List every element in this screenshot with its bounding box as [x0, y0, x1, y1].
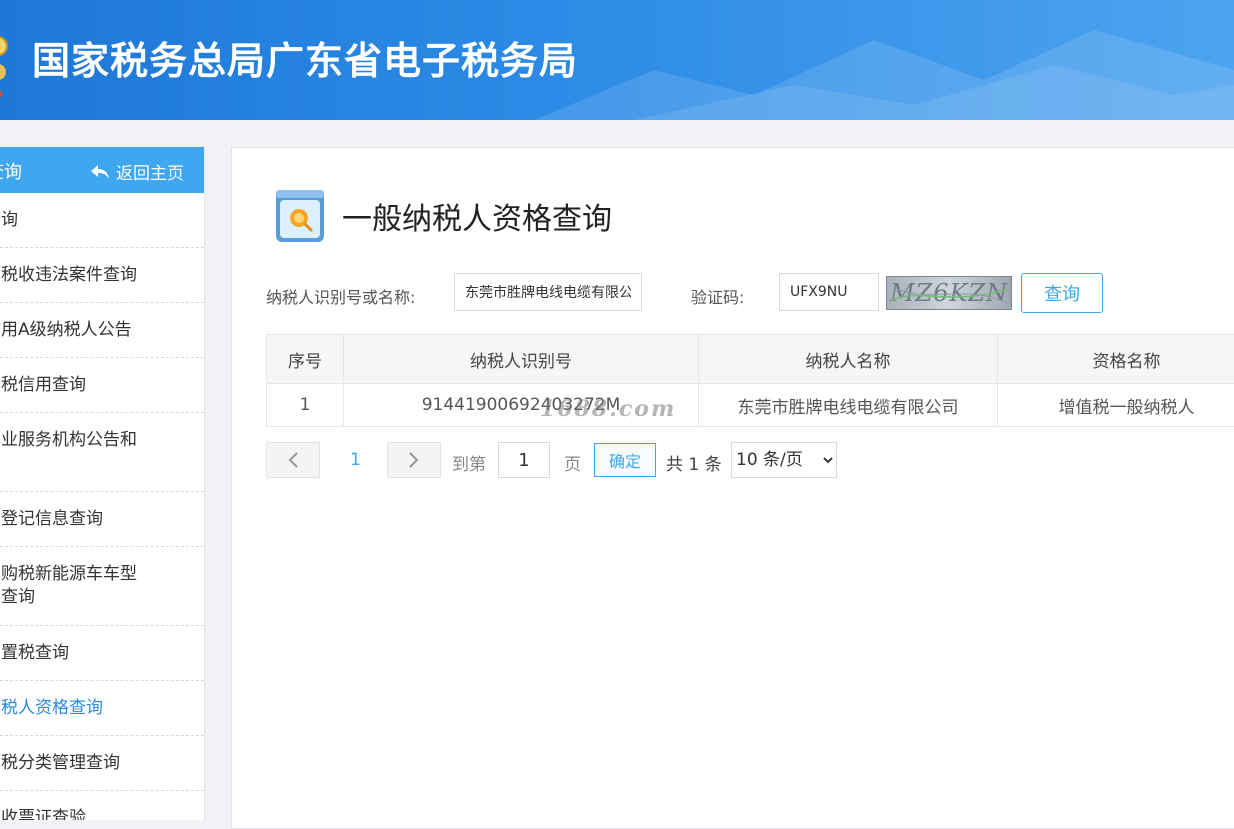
total-count: 共 1 条	[666, 450, 722, 475]
page-size-select[interactable]: 10 条/页	[731, 442, 837, 478]
page-title: 一般纳税人资格查询	[342, 194, 612, 238]
page-unit-label: 页	[564, 450, 581, 475]
sidebar-header: 查询 返回主页	[0, 147, 204, 193]
results-table: 序号 纳税人识别号 纳税人名称 资格名称 1 91441900692403272…	[266, 334, 1234, 427]
chevron-left-icon	[287, 451, 299, 469]
prev-page-button[interactable]	[266, 442, 320, 478]
taxpayer-label: 纳税人识别号或名称:	[266, 284, 415, 308]
goto-label: 到第	[452, 450, 486, 475]
col-index-header: 序号	[267, 335, 344, 384]
captcha-label: 验证码:	[691, 284, 744, 308]
national-emblem-icon	[0, 30, 14, 102]
query-button[interactable]: 查询	[1021, 273, 1103, 313]
cell-name: 东莞市胜牌电线电缆有限公司	[699, 384, 998, 427]
col-taxid-header: 纳税人识别号	[344, 335, 699, 384]
sidebar-item-1[interactable]: 查询	[0, 193, 204, 248]
main-panel: 一般纳税人资格查询 纳税人识别号或名称: 验证码: MZ6KZN 查询 序号 纳…	[231, 147, 1234, 829]
back-home-button[interactable]: 返回主页	[90, 159, 184, 184]
sidebar-item-11[interactable]: 税收票证查验	[0, 791, 204, 820]
site-header: 国家税务总局广东省电子税务局	[0, 0, 1234, 120]
current-page[interactable]: 1	[350, 450, 361, 470]
sidebar-item-2[interactable]: 大税收违法案件查询	[0, 248, 204, 303]
taxpayer-input[interactable]	[454, 273, 642, 311]
table-row: 1 91441900692403272M 东莞市胜牌电线电缆有限公司 增值税一般…	[267, 384, 1234, 427]
pagination: 1 到第 页 确定 共 1 条 10 条/页	[266, 442, 866, 480]
col-name-header: 纳税人名称	[699, 335, 998, 384]
mountain-background	[534, 0, 1234, 120]
captcha-noise	[887, 277, 1012, 310]
search-document-icon	[272, 188, 328, 244]
sidebar-item-5[interactable]: 专业服务机构公告和 询	[0, 413, 204, 492]
back-arrow-icon	[90, 164, 110, 180]
cell-index: 1	[267, 384, 344, 427]
captcha-input[interactable]	[779, 273, 879, 311]
sidebar: 查询 返回主页 查询 大税收违法案件查询 信用A级纳税人公告 纳税信用查询 专业…	[0, 147, 205, 820]
sidebar-item-7[interactable]: 车购税新能源车车型 录查询	[0, 547, 204, 626]
sidebar-item-3[interactable]: 信用A级纳税人公告	[0, 303, 204, 358]
captcha-image[interactable]: MZ6KZN	[886, 276, 1012, 310]
sidebar-item-8[interactable]: 购置税查询	[0, 626, 204, 681]
sidebar-item-10[interactable]: 退税分类管理查询	[0, 736, 204, 791]
col-qualification-header: 资格名称	[998, 335, 1234, 384]
goto-page-input[interactable]	[498, 442, 550, 478]
goto-confirm-button[interactable]: 确定	[594, 443, 656, 477]
sidebar-title: 查询	[0, 158, 22, 184]
sidebar-item-taxpayer-qualification[interactable]: 纳税人资格查询	[0, 681, 204, 736]
back-home-label: 返回主页	[116, 159, 184, 184]
sidebar-item-4[interactable]: 纳税信用查询	[0, 358, 204, 413]
chevron-right-icon	[408, 451, 420, 469]
next-page-button[interactable]	[387, 442, 441, 478]
cell-qualification: 增值税一般纳税人	[998, 384, 1234, 427]
site-title: 国家税务总局广东省电子税务局	[32, 30, 578, 85]
sidebar-item-6[interactable]: 务登记信息查询	[0, 492, 204, 547]
watermark: 1688.com	[540, 396, 676, 422]
table-header-row: 序号 纳税人识别号 纳税人名称 资格名称	[267, 335, 1234, 384]
